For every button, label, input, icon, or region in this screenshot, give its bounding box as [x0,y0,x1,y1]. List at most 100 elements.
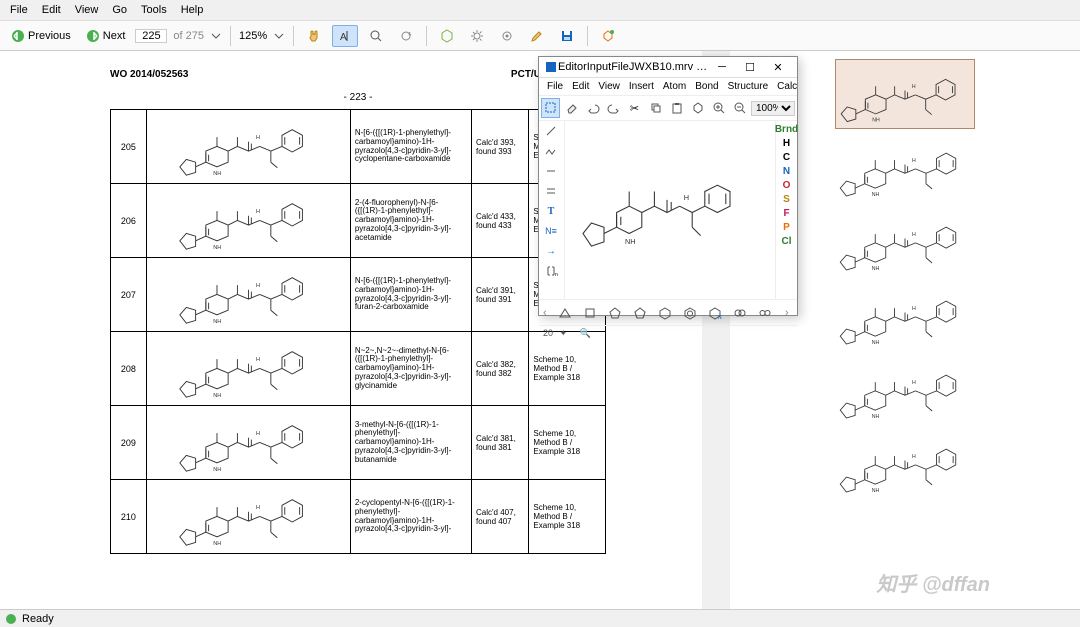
save-icon[interactable] [555,26,579,46]
text-select-tool-icon[interactable]: A [332,25,358,47]
marvin-menu-insert[interactable]: Insert [625,80,658,93]
marvin-menu-view[interactable]: View [594,80,624,93]
marvin-nitrile-tool[interactable]: N≡ [539,221,563,241]
marvin-copy-icon[interactable] [646,98,665,118]
structure-thumbnail[interactable]: NH H [835,429,975,499]
marvin-atom-n[interactable]: N [783,166,790,177]
marvin-pentagon-ring[interactable] [604,304,626,322]
marvin-clean-icon[interactable] [688,98,707,118]
marvin-atom-c[interactable]: C [783,152,790,163]
marvin-atom-cl[interactable]: Cl [782,236,792,247]
marvin-menu-bond[interactable]: Bond [691,80,722,93]
marvin-benzene-ring[interactable] [679,304,701,322]
marvin-cyclopentadiene-ring[interactable] [629,304,651,322]
marvin-double-ring[interactable] [754,304,776,322]
marvin-ring-scroll-left[interactable]: ‹ [543,307,551,319]
svg-text:NH: NH [213,319,221,325]
menu-tools[interactable]: Tools [135,2,173,18]
menu-go[interactable]: Go [106,2,133,18]
structure-action-icon[interactable] [596,26,620,46]
compound-scheme: Scheme 10, Method B / Example 318 [529,480,606,554]
marvin-redo-icon[interactable] [604,98,623,118]
compound-mass: Calc'd 407, found 407 [472,480,529,554]
menu-edit[interactable]: Edit [36,2,67,18]
previous-button[interactable]: Previous [6,26,75,46]
structure-thumbnail[interactable]: NH H [835,207,975,277]
search-icon[interactable] [364,26,388,46]
menu-view[interactable]: View [69,2,105,18]
marvin-atom-p[interactable]: P [783,222,790,233]
marvin-menu-edit[interactable]: Edit [568,80,593,93]
gear-icon[interactable] [465,26,489,46]
marvin-menu-structure[interactable]: Structure [724,80,773,93]
hexagon-tool-icon[interactable] [435,26,459,46]
structure-thumbnail[interactable]: NH H [835,133,975,203]
marvin-chain-tool[interactable] [539,141,563,161]
svg-text:NH: NH [872,488,880,494]
marvin-single-bond-tool[interactable] [539,121,563,141]
zoom-dropdown-icon[interactable] [273,30,285,42]
marvin-menu-calculations[interactable]: Calculations [773,80,797,93]
marvin-status-cross-icon: ✦ [560,328,568,338]
marvin-cut-icon[interactable]: ✂ [625,98,644,118]
next-button[interactable]: Next [81,26,130,46]
marvin-canvas[interactable]: NH H [565,121,775,299]
marvin-text-tool[interactable]: T [539,201,563,221]
hand-tool-icon[interactable] [302,26,326,46]
svg-text:n: n [555,272,558,278]
marvin-square-ring[interactable] [579,304,601,322]
svg-text:H: H [912,232,916,238]
rotate-icon[interactable] [394,26,418,46]
structure-thumbnail[interactable]: NH H [835,355,975,425]
marvin-menu-atom[interactable]: Atom [659,80,690,93]
marvin-zoomout-icon[interactable] [730,98,749,118]
marvin-dash-bond-tool[interactable] [539,161,563,181]
marvin-titlebar[interactable]: EditorInputFileJWXB10.mrv - MarvinSk... … [539,57,797,78]
structure-thumbnail[interactable]: NH H [835,59,975,129]
marvin-hexagon-ring[interactable] [654,304,676,322]
marvin-zoom-select[interactable]: 100% [751,101,795,116]
marvin-bracket-tool[interactable]: n [539,261,563,281]
marvin-select-tool[interactable] [541,98,560,118]
table-row: 207 NH H N-[6-({[(1R)-1-phenylethyl]-car… [111,258,606,332]
marvin-eraser-tool[interactable] [562,98,581,118]
marvin-double-bond-tool[interactable] [539,181,563,201]
table-row: 206 NH H 2-(4-fluorophenyl)-N-[6-({[(1R)… [111,184,606,258]
zoom-label[interactable]: 125% [239,30,267,42]
marvin-menu-file[interactable]: File [543,80,567,93]
compound-mass: Calc'd 382, found 382 [472,332,529,406]
marvin-status-search-icon[interactable]: 🔍 [580,328,591,338]
pencil-icon[interactable] [525,26,549,46]
marvin-arrow-tool[interactable]: → [539,241,563,261]
page-dropdown-icon[interactable] [210,30,222,42]
marvin-undo-icon[interactable] [583,98,602,118]
compound-name: 2-(4-fluorophenyl)-N-[6-({[(1R)-1-phenyl… [350,184,471,258]
marvin-atom-h[interactable]: H [783,138,790,149]
structure-thumbnail[interactable]: NH H [835,281,975,351]
table-row: 209 NH H 3-methyl-N-[6-({[(1R)-1-phenyle… [111,406,606,480]
marvin-ring-scroll-right[interactable]: › [785,307,793,319]
menu-file[interactable]: File [4,2,34,18]
marvin-triangle-ring[interactable] [554,304,576,322]
marvin-zoomin-icon[interactable] [709,98,728,118]
menu-help[interactable]: Help [175,2,210,18]
compound-mass: Calc'd 393, found 393 [472,110,529,184]
marvin-sketch-window[interactable]: EditorInputFileJWXB10.mrv - MarvinSk... … [538,56,798,316]
marvin-atom-f[interactable]: F [783,208,789,219]
marvin-menubar: File Edit View Insert Atom Bond Structur… [539,78,797,96]
compound-mass: Calc'd 381, found 381 [472,406,529,480]
svg-text:H: H [256,135,260,141]
marvin-pyridine-ring[interactable]: N [704,304,726,322]
marvin-atom-o[interactable]: O [783,180,791,191]
minimize-button[interactable]: ─ [708,61,736,73]
marvin-atom-brnd[interactable]: Brnd [775,124,798,135]
marvin-toolbar: ✂ 100% [539,96,797,121]
main-toolbar: Previous Next of 275 125% A [0,21,1080,51]
marvin-fused-ring[interactable] [729,304,751,322]
ring-tool-icon[interactable] [495,26,519,46]
maximize-button[interactable]: ☐ [736,61,764,74]
marvin-paste-icon[interactable] [667,98,686,118]
page-number-input[interactable] [135,29,167,43]
marvin-atom-s[interactable]: S [783,194,790,205]
close-button[interactable]: ✕ [764,61,792,74]
